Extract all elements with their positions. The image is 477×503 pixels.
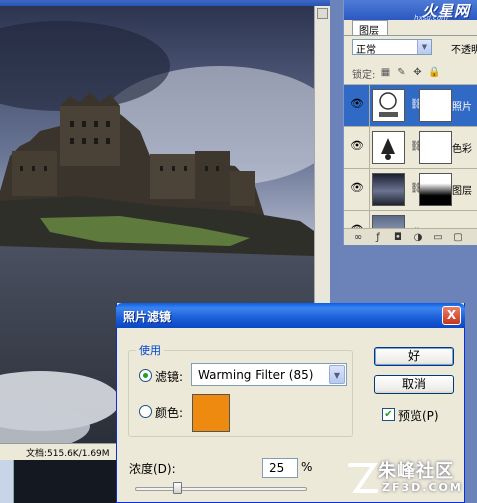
layer-style-icon[interactable]: ƒ [372, 232, 384, 243]
lock-row: 锁定: ▦ ✎ ✥ 🔒 [344, 60, 477, 84]
opacity-label: 不透明 [451, 45, 477, 56]
blend-mode-select[interactable]: 正常 ▼ [352, 39, 432, 56]
lower-document-preview [14, 460, 118, 503]
layer-name[interactable]: 照片 [452, 98, 472, 113]
layer-name[interactable]: 图层 [452, 182, 472, 197]
filter-select[interactable]: Warming Filter (85) ▼ [191, 363, 347, 386]
watermark: 朱峰社区 ZF3D.COM [342, 455, 477, 503]
link-layers-icon[interactable]: ∞ [352, 232, 364, 243]
lock-move-icon[interactable]: ✥ [412, 67, 423, 78]
document-size-status: 文档:515.6K/1.69M [0, 443, 118, 460]
density-unit: % [301, 460, 313, 474]
blend-mode-value: 正常 [356, 45, 376, 56]
chevron-down-icon[interactable]: ▼ [417, 40, 431, 54]
preview-checkbox[interactable]: ✔ [382, 408, 395, 421]
eye-icon[interactable]: 👁 [350, 98, 364, 110]
tab-divider [344, 35, 477, 36]
filter-label[interactable]: 滤镜: [155, 368, 183, 385]
layers-panel: 火星网 hxsd.com 图层 正常 ▼ 不透明 锁定: ▦ ✎ ✥ 🔒 👁 ⛓… [343, 0, 477, 245]
new-group-icon[interactable]: ▭ [432, 232, 444, 243]
color-radio[interactable] [139, 405, 152, 418]
watermark-url: ZF3D.COM [382, 481, 463, 494]
row-divider [369, 127, 370, 169]
adjustment-layer-icon [372, 89, 405, 122]
row-divider [369, 85, 370, 127]
dialog-titlebar[interactable]: 照片滤镜 X [116, 303, 465, 328]
eye-icon[interactable]: 👁 [350, 182, 364, 194]
watermark-logo-icon [348, 463, 378, 493]
use-group-label: 使用 [136, 342, 164, 358]
lock-all-icon[interactable]: 🔒 [428, 67, 440, 78]
color-swatch[interactable] [192, 394, 230, 432]
density-slider-track[interactable] [135, 487, 307, 491]
layers-panel-titlebar[interactable]: 火星网 hxsd.com [344, 0, 477, 22]
cancel-button[interactable]: 取消 [374, 375, 454, 394]
filter-select-value: Warming Filter (85) [198, 368, 314, 382]
layers-panel-footer: ∞ ƒ ◘ ◑ ▭ ▢ [344, 228, 477, 245]
layer-thumbnail[interactable] [372, 173, 405, 206]
density-label: 浓度(D): [129, 462, 176, 476]
radio-selected-dot [143, 373, 148, 378]
layer-row-layer[interactable]: 👁 ⛓ 图层 [344, 168, 477, 211]
scroll-up-arrow[interactable] [317, 8, 328, 19]
chevron-down-icon[interactable]: ▼ [329, 365, 345, 384]
new-layer-icon[interactable]: ▢ [452, 232, 464, 243]
lock-transparency-icon[interactable]: ▦ [380, 67, 391, 78]
layer-name[interactable]: 色彩 [452, 140, 472, 155]
levels-adjustment-icon [372, 131, 405, 164]
layer-row-photo-filter[interactable]: 👁 ⛓ 照片 [344, 84, 477, 127]
watermark-text: 朱峰社区 [378, 461, 454, 482]
site-url: hxsd.com [414, 14, 448, 22]
eye-icon[interactable]: 👁 [350, 140, 364, 152]
layer-mask-thumbnail[interactable] [419, 89, 452, 122]
filter-radio[interactable] [139, 369, 152, 382]
dialog-title: 照片滤镜 [123, 310, 172, 324]
layer-mask-thumbnail[interactable] [419, 131, 452, 164]
density-slider-thumb[interactable] [173, 482, 182, 494]
lock-label: 锁定: [352, 70, 376, 81]
row-divider [369, 169, 370, 211]
tab-layers[interactable]: 图层 [352, 20, 388, 37]
new-adjustment-layer-icon[interactable]: ◑ [412, 232, 424, 243]
layer-mask-thumbnail[interactable] [419, 173, 452, 206]
add-mask-icon[interactable]: ◘ [392, 232, 404, 243]
close-button[interactable]: X [442, 306, 461, 325]
density-input[interactable]: 25 [262, 458, 298, 478]
color-label[interactable]: 颜色: [155, 404, 183, 421]
preview-label[interactable]: 预览(P) [398, 407, 439, 424]
workspace-strip [0, 460, 14, 503]
ok-button[interactable]: 好 [374, 347, 454, 366]
lock-paint-icon[interactable]: ✎ [396, 67, 407, 78]
layer-row-color-balance[interactable]: 👁 ⛓ 色彩 [344, 126, 477, 169]
